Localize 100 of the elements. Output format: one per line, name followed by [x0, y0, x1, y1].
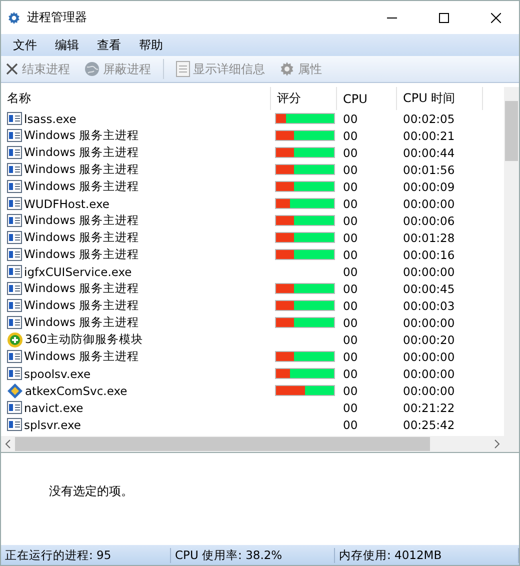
program-icon — [7, 350, 22, 363]
process-name: Windows 服务主进程 — [1, 179, 271, 194]
table-cell-text: 00:25:42 — [402, 418, 456, 432]
program-icon — [7, 112, 22, 125]
horizontal-scrollbar[interactable] — [1, 436, 504, 452]
status-text: 内存使用: 4012MB — [335, 548, 519, 562]
process-name: Windows 服务主进程 — [1, 247, 271, 262]
table-cell-text: 00:00:16 — [402, 248, 456, 262]
table-cell-text: 00:00:20 — [402, 332, 456, 346]
program-icon — [7, 265, 22, 278]
program-icon — [7, 367, 22, 380]
table-cell-text: 00:02:05 — [402, 112, 456, 126]
table-cell-text: 00 — [342, 298, 359, 312]
program-icon — [7, 129, 22, 142]
gear-icon — [279, 61, 295, 77]
maximize-icon — [439, 12, 449, 22]
program-icon — [7, 401, 22, 414]
process-name: navict.exe — [1, 400, 271, 414]
table-cell-text: 00:00:21 — [402, 128, 456, 142]
close-icon — [5, 62, 19, 76]
table-cell-text: 00:00:00 — [402, 366, 456, 380]
column-header[interactable]: CPU — [337, 87, 397, 110]
table-cell-text: 00 — [342, 196, 359, 210]
score-bar — [275, 249, 335, 260]
process-name: 360主动防御服务模块 — [1, 332, 271, 348]
window-title: 进程管理器 — [27, 9, 88, 26]
score-bar — [275, 198, 335, 209]
program-icon — [7, 163, 22, 176]
status-text: 正在运行的进程: 95 — [1, 548, 171, 562]
program-icon — [7, 214, 22, 227]
gear-icon — [7, 10, 21, 24]
table-cell-text: 00 — [342, 248, 359, 262]
table-cell-text: 00:00:45 — [402, 282, 456, 296]
table-cell-text: 00:00:03 — [402, 298, 456, 312]
table-cell-text: 00:00:00 — [402, 384, 456, 398]
table-cell-text: 00 — [342, 162, 359, 176]
table-cell-text: 00 — [342, 146, 359, 160]
process-name: igfxCUIService.exe — [1, 264, 271, 278]
menu-item[interactable]: 查看 — [89, 36, 129, 54]
process-name: Windows 服务主进程 — [1, 213, 271, 228]
score-bar — [275, 232, 335, 243]
table-cell-text: 00 — [342, 214, 359, 228]
score-bar — [275, 215, 335, 226]
menu-item[interactable]: 帮助 — [131, 36, 171, 54]
column-header[interactable]: 名称 — [1, 87, 271, 110]
table-cell-text: 00 — [342, 112, 359, 126]
diamond-icon — [7, 382, 23, 398]
score-bar — [275, 113, 335, 124]
table-cell-text: 00 — [342, 264, 359, 278]
table-cell-text: 00:00:00 — [402, 350, 456, 364]
table-cell-text: 00:01:28 — [402, 230, 456, 244]
program-icon — [7, 231, 22, 244]
detail-message: 没有选定的项。 — [49, 484, 133, 498]
score-bar — [275, 181, 335, 192]
table-cell-text: 00 — [342, 316, 359, 330]
table-cell-text: 00 — [342, 366, 359, 380]
process-name: Windows 服务主进程 — [1, 230, 271, 245]
score-bar — [275, 147, 335, 158]
table-cell-text: 00 — [342, 400, 359, 414]
process-name: lsass.exe — [1, 112, 271, 126]
column-header[interactable]: 评分 — [271, 87, 337, 110]
process-name: Windows 服务主进程 — [1, 281, 271, 296]
process-name: Windows 服务主进程 — [1, 145, 271, 160]
vertical-scrollbar[interactable] — [504, 87, 519, 452]
score-bar — [275, 283, 335, 294]
score-bar — [275, 164, 335, 175]
menu-item[interactable]: 文件 — [5, 36, 45, 54]
close-icon — [491, 12, 501, 22]
program-icon — [7, 418, 22, 431]
process-name: splsvr.exe — [1, 418, 271, 432]
score-bar — [275, 300, 335, 311]
plus-badge-icon — [7, 332, 23, 348]
table-cell-text: 00:00:44 — [402, 146, 456, 160]
table-cell-text: 00 — [342, 418, 359, 432]
column-header[interactable]: CPU 时间 — [397, 87, 483, 110]
score-bar — [275, 351, 335, 362]
table-cell-text: 00 — [342, 128, 359, 142]
table-cell-text: 00 — [342, 180, 359, 194]
table-cell-text: 00 — [342, 332, 359, 346]
program-icon — [7, 316, 22, 329]
process-name: atkexComSvc.exe — [1, 382, 271, 398]
score-bar — [275, 130, 335, 141]
process-name: WUDFHost.exe — [1, 196, 271, 210]
document-icon — [176, 61, 190, 77]
table-cell-text: 00:00:00 — [402, 316, 456, 330]
program-icon — [7, 197, 22, 210]
program-icon — [7, 248, 22, 261]
process-name: spoolsv.exe — [1, 366, 271, 380]
table-cell-text: 00:00:06 — [402, 214, 456, 228]
table-cell-text: 00:00:00 — [402, 264, 456, 278]
process-name: Windows 服务主进程 — [1, 349, 271, 364]
score-bar — [275, 368, 335, 379]
table-cell-text: 00 — [342, 230, 359, 244]
menu-item[interactable]: 编辑 — [47, 36, 87, 54]
table-cell-text: 00:21:22 — [402, 400, 456, 414]
process-name: Windows 服务主进程 — [1, 162, 271, 177]
globe-icon — [84, 61, 100, 77]
table-cell-text: 00 — [342, 282, 359, 296]
table-cell-text: 00:00:09 — [402, 180, 456, 194]
table-cell-text: 00:00:00 — [402, 196, 456, 210]
